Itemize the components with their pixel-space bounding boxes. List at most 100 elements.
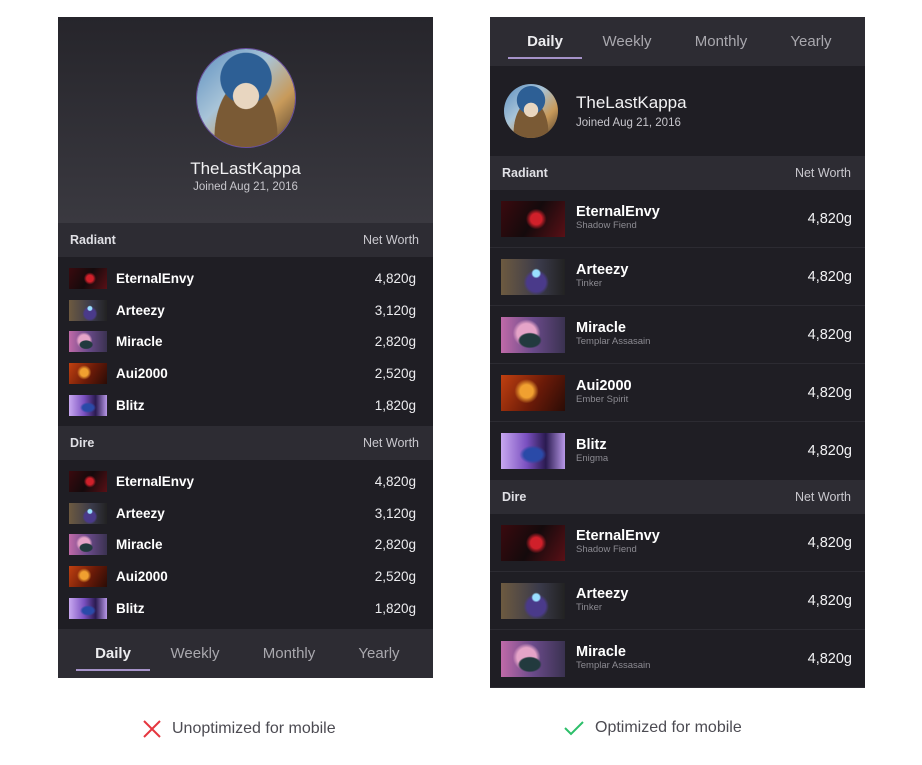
net-worth-value: 2,820g: [374, 537, 416, 553]
net-worth-value: 2,820g: [374, 334, 416, 350]
joined-date: Joined Aug 21, 2016: [193, 181, 298, 193]
player-row[interactable]: Arteezy Tinker 4,820g: [490, 572, 865, 630]
team-label: Radiant: [70, 233, 116, 247]
net-worth-value: 4,820g: [807, 268, 852, 285]
tab-weekly[interactable]: Weekly: [150, 645, 240, 662]
period-tabs: Daily Weekly Monthly Yearly: [58, 628, 433, 678]
player-name: EternalEnvy: [116, 271, 195, 287]
net-worth-column-label: Net Worth: [794, 166, 851, 180]
player-row[interactable]: Blitz 1,820g: [58, 389, 433, 421]
profile-header: TheLastKappa Joined Aug 21, 2016: [490, 66, 865, 156]
hero-thumbnail-shadow-fiend: [501, 200, 565, 237]
player-row[interactable]: Blitz Enigma 4,820g: [490, 422, 865, 480]
dire-section-header: Dire Net Worth: [58, 425, 433, 460]
player-row[interactable]: Aui2000 Ember Spirit 4,820g: [490, 364, 865, 422]
player-name: Blitz: [116, 397, 145, 413]
player-row[interactable]: Aui2000 2,520g: [58, 358, 433, 390]
player-row[interactable]: Miracle Templar Assasain 4,820g: [490, 306, 865, 364]
net-worth-value: 4,820g: [374, 271, 416, 287]
hero-name: Ember Spirit: [576, 394, 629, 405]
tab-monthly[interactable]: Monthly: [672, 33, 770, 50]
hero-thumbnail-ember-spirit: [69, 566, 107, 588]
net-worth-value: 2,520g: [374, 366, 416, 382]
net-worth-value: 4,820g: [807, 443, 852, 459]
hero-thumbnail-templar-assassin: [501, 316, 565, 353]
hero-thumbnail-templar-assassin: [69, 534, 107, 556]
player-row[interactable]: EternalEnvy Shadow Fiend 4,820g: [490, 190, 865, 248]
player-row[interactable]: Blitz 1,820g: [58, 592, 433, 624]
player-name: EternalEnvy: [116, 474, 195, 490]
player-name: Arteezy: [116, 505, 165, 521]
net-worth-value: 4,820g: [807, 650, 852, 667]
profile-avatar[interactable]: [504, 84, 558, 138]
net-worth-value: 3,120g: [374, 505, 416, 521]
player-name: Blitz: [576, 436, 607, 453]
username: TheLastKappa: [190, 159, 301, 178]
tab-monthly[interactable]: Monthly: [240, 645, 338, 662]
player-name: Blitz: [116, 600, 145, 616]
player-name: Arteezy: [576, 262, 629, 278]
net-worth-value: 4,820g: [807, 384, 852, 401]
hero-thumbnail-templar-assassin: [501, 640, 565, 677]
hero-thumbnail-shadow-fiend: [501, 524, 565, 561]
player-name: EternalEnvy: [576, 528, 660, 544]
player-row[interactable]: EternalEnvy 4,820g: [58, 466, 433, 498]
hero-thumbnail-ember-spirit: [501, 374, 565, 411]
player-name: Aui2000: [576, 378, 632, 394]
unoptimized-mockup: TheLastKappa Joined Aug 21, 2016 Radiant…: [58, 17, 433, 678]
tab-yearly[interactable]: Yearly: [338, 645, 420, 662]
player-row[interactable]: Aui2000 2,520g: [58, 561, 433, 593]
cross-icon: [143, 720, 161, 738]
hero-name: Shadow Fiend: [576, 220, 637, 231]
profile-header: TheLastKappa Joined Aug 21, 2016: [58, 17, 433, 223]
player-row[interactable]: Miracle 2,820g: [58, 326, 433, 358]
profile-avatar[interactable]: [196, 48, 296, 148]
hero-thumbnail-tinker: [501, 258, 565, 295]
player-row[interactable]: Miracle Templar Assasain 4,820g: [490, 630, 865, 688]
tab-daily[interactable]: Daily: [508, 33, 582, 59]
caption-text: Unoptimized for mobile: [172, 720, 336, 737]
tab-label: Yearly: [358, 644, 400, 662]
period-tabs: Daily Weekly Monthly Yearly: [490, 17, 865, 66]
unoptimized-caption: Unoptimized for mobile: [142, 719, 336, 739]
player-row[interactable]: Arteezy 3,120g: [58, 498, 433, 530]
net-worth-column-label: Net Worth: [794, 490, 851, 504]
hero-name: Templar Assasain: [576, 660, 651, 671]
player-row[interactable]: EternalEnvy 4,820g: [58, 263, 433, 295]
hero-thumbnail-ember-spirit: [69, 363, 107, 385]
hero-name: Enigma: [576, 452, 609, 464]
active-tab-indicator: [76, 668, 150, 671]
tab-weekly[interactable]: Weekly: [582, 33, 672, 50]
dire-player-list: EternalEnvy Shadow Fiend 4,820g Arteezy Tin…: [490, 514, 865, 688]
avatar-image: [197, 49, 295, 147]
net-worth-column-label: Net Worth: [362, 233, 419, 247]
hero-thumbnail-enigma: [501, 433, 565, 469]
net-worth-value: 1,820g: [374, 397, 416, 413]
tab-label: Daily: [527, 33, 563, 50]
hero-thumbnail-shadow-fiend: [69, 268, 107, 290]
hero-thumbnail-enigma: [69, 597, 107, 619]
player-row[interactable]: EternalEnvy Shadow Fiend 4,820g: [490, 514, 865, 572]
net-worth-value: 4,820g: [807, 326, 852, 343]
optimized-mockup: Daily Weekly Monthly Yearly TheLastKappa…: [490, 17, 865, 688]
dire-section-header: Dire Net Worth: [490, 480, 865, 514]
team-label: Radiant: [502, 166, 548, 180]
player-name: Miracle: [576, 644, 626, 660]
tab-yearly[interactable]: Yearly: [770, 33, 852, 50]
team-label: Dire: [70, 435, 95, 450]
optimized-caption: Optimized for mobile: [563, 719, 742, 737]
tab-daily[interactable]: Daily: [76, 644, 150, 671]
avatar-image: [504, 84, 558, 138]
player-row[interactable]: Arteezy 3,120g: [58, 295, 433, 327]
team-label: Dire: [502, 490, 527, 504]
tab-label: Daily: [95, 644, 131, 662]
tab-label: Monthly: [262, 644, 316, 662]
player-row[interactable]: Miracle 2,820g: [58, 529, 433, 561]
username: TheLastKappa: [576, 93, 687, 112]
net-worth-column-label: Net Worth: [362, 435, 419, 450]
tab-label: Weekly: [602, 33, 652, 50]
tab-label: Monthly: [694, 33, 748, 50]
player-row[interactable]: Arteezy Tinker 4,820g: [490, 248, 865, 306]
hero-thumbnail-tinker: [69, 502, 107, 524]
hero-thumbnail-tinker: [69, 299, 107, 321]
